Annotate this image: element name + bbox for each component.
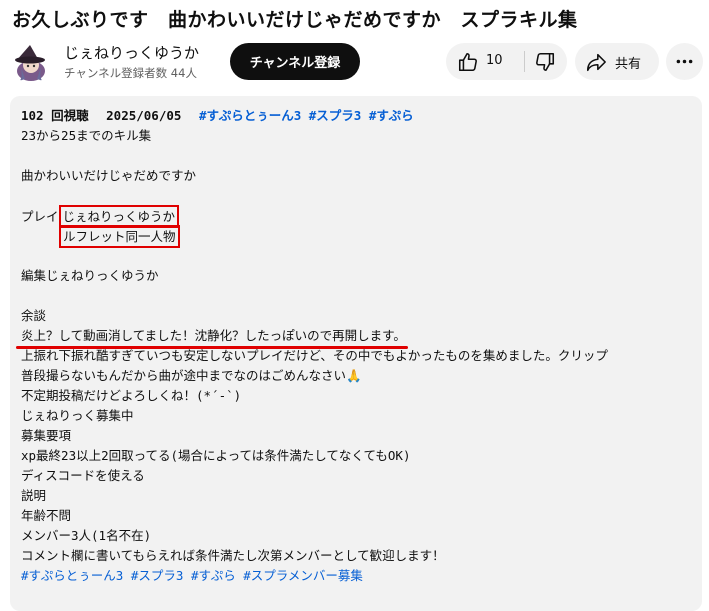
video-title: お久しぶりです 曲かわいいだけじゃだめですか スプラキル集 xyxy=(12,9,578,31)
hashtag-link[interactable]: #スプラ3 xyxy=(309,108,362,123)
more-actions-button[interactable] xyxy=(666,43,703,80)
hashtag-link[interactable]: #すぷら xyxy=(191,568,236,583)
underlined-annotation: 炎上？して動画消してました！沈静化？したっぽいので再開します。 xyxy=(16,326,408,349)
channel-avatar[interactable] xyxy=(10,41,52,83)
share-label: 共有 xyxy=(615,57,642,72)
share-button[interactable]: 共有 xyxy=(575,43,659,80)
hashtag-link[interactable]: #すぷらとぅーん3 xyxy=(199,108,301,123)
thumbs-down-icon xyxy=(536,52,555,72)
underlined-text: 炎上？して動画消してました！沈静化？したっぽいので再開します。 xyxy=(21,328,406,343)
hashtag-link[interactable]: #スプラメンバー募集 xyxy=(243,568,363,583)
upload-date: 2025/06/05 xyxy=(106,108,182,123)
description-line: 年齢不問 xyxy=(21,508,72,523)
channel-name[interactable]: じぇねりっくゆうか xyxy=(64,42,199,63)
subscribe-button[interactable]: チャンネル登録 xyxy=(230,43,360,80)
like-count: 10 xyxy=(486,53,503,68)
avatar-witch-icon xyxy=(10,41,52,83)
description-line: コメント欄に書いてもらえれば条件満たし次第メンバーとして歓迎します！ xyxy=(21,548,445,563)
thumbs-up-icon xyxy=(458,52,477,72)
play-label: プレイ xyxy=(21,209,59,224)
channel-row: じぇねりっくゆうか チャンネル登録者数 44人 チャンネル登録 10 共有 xyxy=(10,40,709,86)
description-panel[interactable]: 102 回視聴 2025/06/05 #すぷらとぅーん3 #スプラ3 #すぷら … xyxy=(10,96,702,611)
player-credit-line: プレイ じぇねりっくゆうか xyxy=(21,205,696,228)
dislike-button[interactable] xyxy=(526,43,567,80)
player-credit-line-2: ルフレット同一人物 xyxy=(21,225,696,248)
description-line: ディスコードを使える xyxy=(21,468,145,483)
description-line: 普段撮らないもんだから曲が途中までなのはごめんなさい🙏 xyxy=(21,368,362,383)
footer-hashtags: #すぷらとぅーん3 #スプラ3 #すぷら #スプラメンバー募集 xyxy=(21,566,696,586)
hashtag-link[interactable]: #すぷら xyxy=(369,108,414,123)
description-body: 102 回視聴 2025/06/05 #すぷらとぅーん3 #スプラ3 #すぷら … xyxy=(16,106,696,586)
annotation-underline xyxy=(16,346,408,349)
view-count: 102 回視聴 xyxy=(21,108,89,123)
like-dislike-group: 10 xyxy=(446,43,567,80)
like-button[interactable]: 10 xyxy=(446,43,522,80)
description-line: じぇねりっく募集中 xyxy=(21,408,134,423)
hashtag-link[interactable]: #スプラ3 xyxy=(131,568,184,583)
share-icon xyxy=(586,53,606,72)
annotation-box-player-2: ルフレット同一人物 xyxy=(59,225,180,248)
description-line: 募集要項 xyxy=(21,428,72,443)
aside-heading: 余談 xyxy=(21,308,47,323)
description-line: 上振れ下振れ酷すぎていつも安定しないプレイだけど、その中でもよかったものを集めま… xyxy=(21,348,608,363)
description-line: xp最終23以上2回取ってる(場合によっては条件満たしてなくてもOK) xyxy=(21,448,411,463)
description-meta: 102 回視聴 2025/06/05 #すぷらとぅーん3 #スプラ3 #すぷら xyxy=(21,106,696,126)
description-line: メンバー3人(1名不在) xyxy=(21,528,152,543)
description-line: 曲かわいいだけじゃだめですか xyxy=(21,168,197,183)
hashtag-link[interactable]: #すぷらとぅーん3 xyxy=(21,568,123,583)
more-dots-icon xyxy=(676,59,693,64)
description-line: 23から25までのキル集 xyxy=(21,128,152,143)
edit-credit-line: 編集じぇねりっくゆうか xyxy=(21,268,159,283)
description-line: 炎上？して動画消してました！沈静化？したっぽいので再開します。 xyxy=(16,326,696,349)
description-line: 説明 xyxy=(21,488,47,503)
like-divider xyxy=(524,51,525,72)
subscriber-count: チャンネル登録者数 44人 xyxy=(64,66,197,80)
description-line: 不定期投稿だけどよろしくね！(*´-`) xyxy=(21,388,242,403)
